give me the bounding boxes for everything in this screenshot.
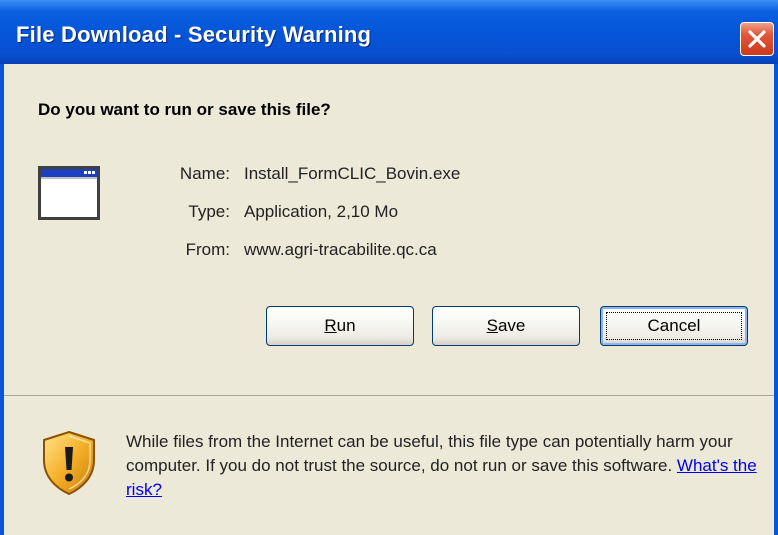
warning-text: While files from the Internet can be use… bbox=[126, 432, 733, 475]
cancel-button[interactable]: Cancel bbox=[600, 306, 748, 346]
file-type-label: Type: bbox=[188, 202, 230, 221]
dialog-question: Do you want to run or save this file? bbox=[38, 100, 331, 119]
save-button-mnemonic: S bbox=[486, 316, 498, 335]
close-icon bbox=[748, 30, 766, 48]
window-frame-right bbox=[774, 64, 778, 535]
file-name-label: Name: bbox=[179, 164, 230, 183]
save-button[interactable]: Save bbox=[432, 306, 580, 346]
close-button[interactable] bbox=[740, 22, 774, 56]
save-button-label: ave bbox=[497, 316, 526, 335]
cancel-button-label: Cancel bbox=[647, 316, 701, 335]
run-button-label: un bbox=[336, 316, 356, 335]
file-source-value: www.agri-tracabilite.qc.ca bbox=[244, 240, 437, 259]
file-download-dialog: File Download - Security Warning Do you … bbox=[0, 0, 778, 535]
window-title: File Download - Security Warning bbox=[16, 22, 372, 47]
file-source-label: From: bbox=[185, 240, 230, 259]
file-name-value: Install_FormCLIC_Bovin.exe bbox=[244, 164, 461, 183]
file-type-value: Application, 2,10 Mo bbox=[244, 202, 399, 221]
run-button[interactable]: Run bbox=[266, 306, 414, 346]
security-shield-icon bbox=[43, 430, 95, 496]
title-bar[interactable]: File Download - Security Warning bbox=[0, 0, 778, 64]
run-button-mnemonic: R bbox=[324, 316, 337, 335]
security-warning-message: While files from the Internet can be use… bbox=[126, 430, 766, 502]
